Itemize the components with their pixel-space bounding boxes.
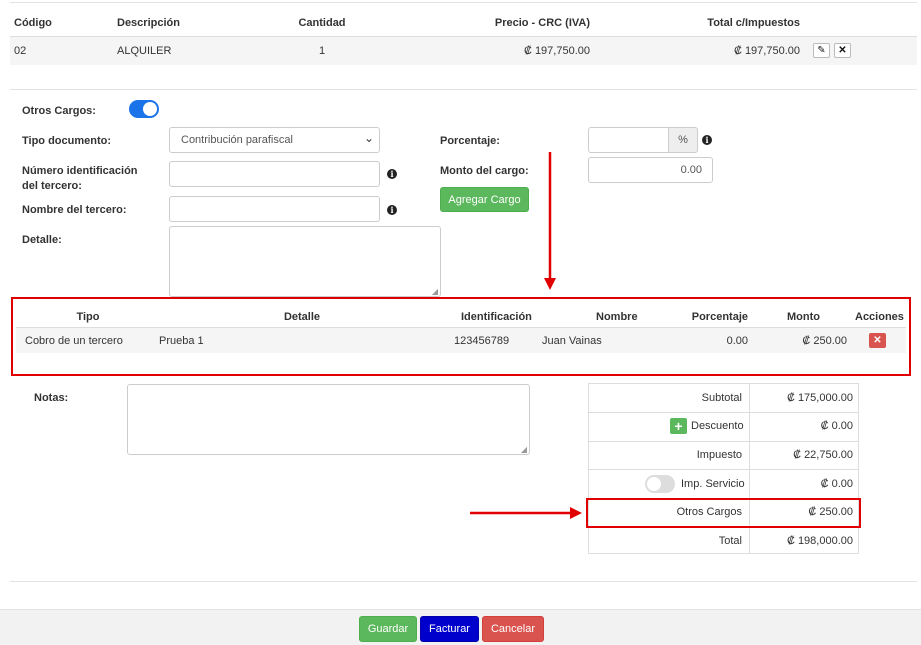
- nombre-tercero-input[interactable]: [169, 196, 380, 222]
- col-header-codigo: Código: [14, 17, 52, 29]
- info-icon: i: [702, 135, 712, 145]
- cargos-col-porcentaje: Porcentaje: [691, 311, 748, 323]
- numero-identificacion-label-2: del tercero:: [22, 180, 82, 192]
- imp-servicio-toggle[interactable]: [645, 475, 675, 493]
- delete-cargo-button[interactable]: ✕: [869, 333, 886, 348]
- toggle-knob: [647, 477, 661, 491]
- footer-divider: [10, 581, 917, 582]
- totals-row-divider: [589, 441, 858, 442]
- item-codigo: 02: [14, 45, 27, 57]
- add-descuento-button[interactable]: +: [670, 418, 687, 434]
- cargos-col-monto: Monto: [787, 311, 820, 323]
- edit-item-button[interactable]: ✎: [813, 43, 830, 58]
- item-total: ₡ 197,750.00: [733, 45, 800, 57]
- monto-cargo-label: Monto del cargo:: [440, 165, 529, 177]
- cargo-tipo: Cobro de un tercero: [25, 335, 123, 347]
- totals-row-divider: [589, 469, 858, 470]
- close-icon: ✕: [838, 45, 847, 56]
- col-header-descripcion: Descripción: [117, 17, 180, 29]
- cargos-col-detalle: Detalle: [283, 311, 321, 323]
- totals-table: [588, 383, 859, 554]
- monto-cargo-value: 0.00: [680, 164, 702, 176]
- otros-cargos-total-highlight: [586, 498, 861, 528]
- cargos-col-identificacion: Identificación: [461, 311, 532, 323]
- info-icon: i: [387, 205, 397, 215]
- agregar-cargo-button[interactable]: Agregar Cargo: [440, 187, 529, 212]
- subtotal-value: ₡ 175,000.00: [786, 392, 853, 404]
- otros-cargos-toggle[interactable]: [129, 100, 159, 118]
- totals-row-divider: [589, 412, 858, 413]
- imp-servicio-label: Imp. Servicio: [681, 478, 745, 490]
- item-cantidad: 1: [318, 45, 326, 57]
- tipo-documento-label: Tipo documento:: [22, 135, 112, 147]
- item-precio: ₡ 197,750.00: [523, 45, 590, 57]
- resize-handle-icon[interactable]: ◢: [432, 287, 438, 296]
- chevron-down-icon: ⌄: [363, 131, 374, 145]
- descuento-label: Descuento: [691, 420, 744, 432]
- cargo-detalle: Prueba 1: [159, 335, 204, 347]
- porcentaje-label: Porcentaje:: [440, 135, 500, 147]
- monto-cargo-input[interactable]: 0.00: [588, 157, 713, 183]
- notas-textarea[interactable]: ◢: [127, 384, 530, 455]
- nombre-tercero-label: Nombre del tercero:: [22, 204, 127, 216]
- col-header-total: Total c/Impuestos: [707, 17, 800, 29]
- notas-label: Notas:: [34, 392, 69, 404]
- cancelar-button[interactable]: Cancelar: [482, 616, 544, 642]
- impuesto-label: Impuesto: [696, 449, 742, 461]
- numero-identificacion-input[interactable]: [169, 161, 380, 187]
- tipo-documento-value: Contribución parafiscal: [181, 134, 293, 146]
- detalle-label: Detalle:: [22, 234, 62, 246]
- porcentaje-input[interactable]: [588, 127, 669, 153]
- cargos-col-nombre: Nombre: [596, 311, 638, 323]
- col-header-precio: Precio - CRC (IVA): [494, 17, 590, 29]
- plus-icon: +: [674, 418, 683, 434]
- pencil-icon: ✎: [817, 45, 826, 56]
- top-divider: [10, 2, 917, 3]
- cargo-monto: ₡ 250.00: [802, 335, 847, 347]
- col-header-cantidad: Cantidad: [298, 17, 346, 29]
- cargo-porcentaje: 0.00: [726, 335, 748, 347]
- facturar-button[interactable]: Facturar: [420, 616, 479, 642]
- item-descripcion: ALQUILER: [117, 45, 172, 57]
- detalle-textarea[interactable]: ◢: [169, 226, 441, 297]
- tipo-documento-select[interactable]: Contribución parafiscal ⌄: [169, 127, 380, 153]
- total-label: Total: [718, 535, 742, 547]
- annotation-arrow-right: [470, 507, 582, 519]
- guardar-button[interactable]: Guardar: [359, 616, 417, 642]
- close-icon: ✕: [873, 335, 882, 346]
- numero-identificacion-label-1: Número identificación: [22, 165, 138, 177]
- cargo-nombre: Juan Vainas: [542, 335, 602, 347]
- otros-cargos-label: Otros Cargos:: [22, 105, 96, 117]
- imp-servicio-value: ₡ 0.00: [820, 478, 853, 490]
- subtotal-label: Subtotal: [701, 392, 742, 404]
- cargos-col-acciones: Acciones: [855, 311, 904, 323]
- impuesto-value: ₡ 22,750.00: [793, 449, 853, 461]
- descuento-value: ₡ 0.00: [820, 420, 853, 432]
- annotation-arrow-down: [544, 152, 556, 290]
- porcentaje-addon: %: [668, 127, 698, 153]
- toggle-knob: [143, 102, 157, 116]
- cargo-identificacion: 123456789: [454, 335, 510, 347]
- section-divider: [10, 89, 917, 90]
- cargos-col-tipo: Tipo: [76, 311, 100, 323]
- delete-item-button[interactable]: ✕: [834, 43, 851, 58]
- resize-handle-icon[interactable]: ◢: [521, 445, 527, 454]
- info-icon: i: [387, 169, 397, 179]
- total-value: ₡ 198,000.00: [786, 535, 853, 547]
